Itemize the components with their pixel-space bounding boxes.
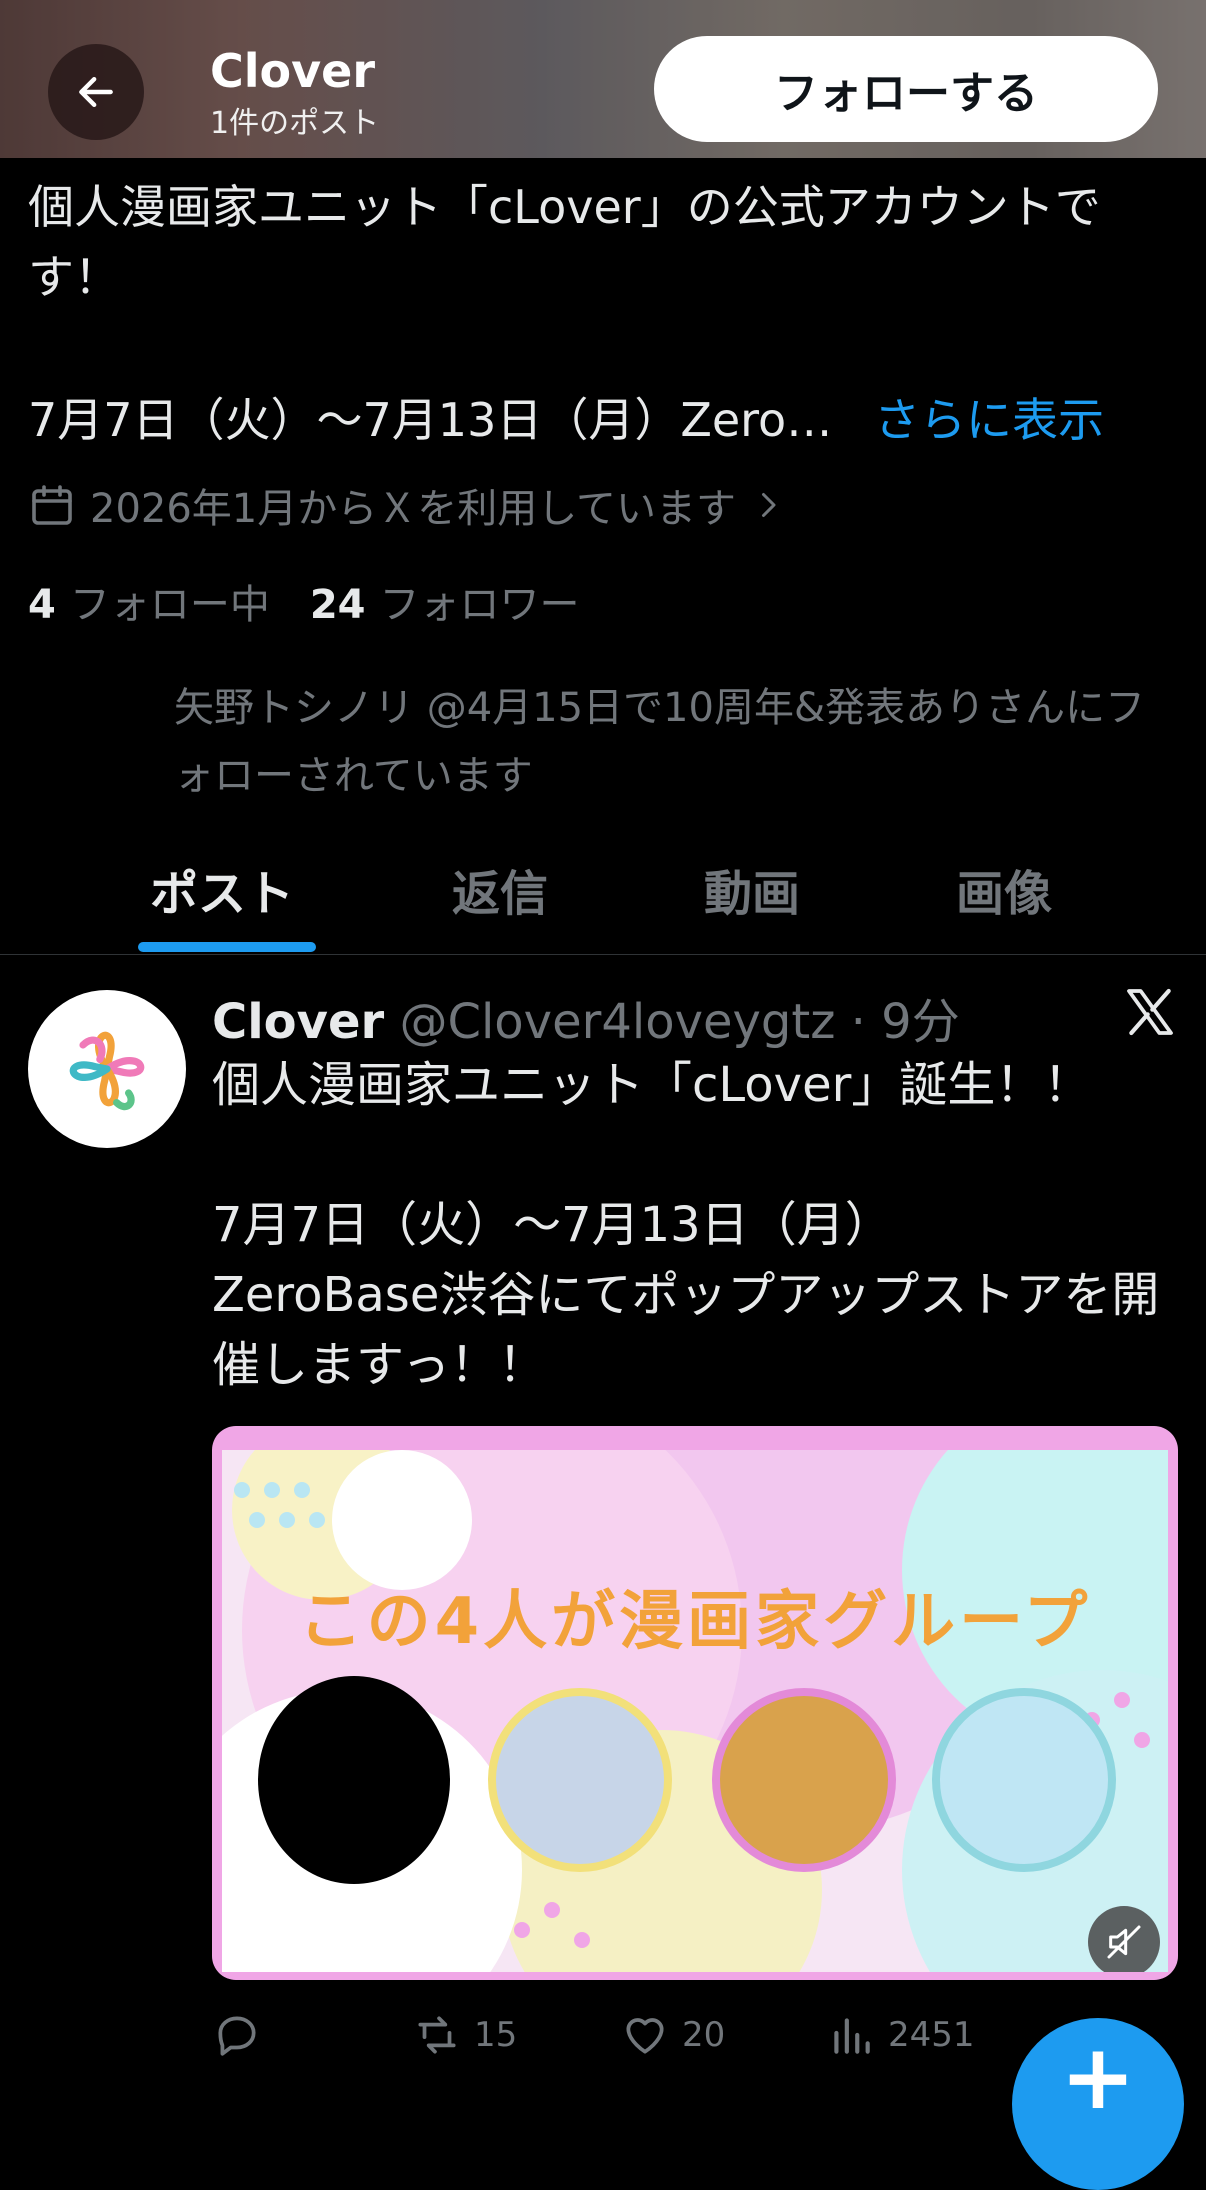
profile-tabs: ポスト 返信 動画 画像 [0,840,1206,955]
tab-posts[interactable]: ポスト [150,854,294,924]
repost-action[interactable]: 15 [412,2010,517,2060]
repost-icon [418,2016,456,2054]
follow-stats: 4 フォロー中 24 フォロワー [28,572,580,630]
joined-date[interactable]: 2026年1月からＸを利用しています [28,476,786,534]
calendar-icon [32,485,72,525]
media-title: この4人が漫画家グループ [298,1585,1092,1659]
repost-count: 15 [474,2015,518,2055]
views-count: 2451 [888,2015,975,2055]
like-count: 20 [682,2015,726,2055]
tab-images[interactable]: 画像 [956,854,1052,924]
views-icon [834,2018,870,2054]
post-media[interactable]: この4人が漫画家グループ [212,1426,1178,1980]
mute-icon [1107,1925,1141,1959]
views-action[interactable]: 2451 [826,2010,975,2060]
joined-text: 2026年1月からＸを利用しています [90,486,737,532]
show-more-link[interactable]: さらに表示 [874,384,1104,450]
media-image: この4人が漫画家グループ [222,1450,1168,1972]
back-button[interactable] [48,44,144,140]
compose-button[interactable]: + [1012,2018,1184,2190]
like-icon [626,2018,664,2054]
followed-by-text[interactable]: 矢野トシノリ @4月15日で10周年&発表ありさんにフォローされています [174,674,1174,810]
plus-icon: + [1060,2025,1136,2130]
followers-count: 24 [309,582,366,628]
tab-replies[interactable]: 返信 [452,854,548,924]
avatar[interactable] [28,990,186,1148]
following-count: 4 [28,582,56,628]
x-logo-icon [1127,988,1173,1036]
chevron-right-icon [762,493,776,517]
reply-icon [218,2016,256,2056]
reply-action[interactable] [212,2010,274,2060]
back-arrow-icon [79,76,113,108]
followers-stat[interactable]: 24 フォロワー [310,572,580,630]
following-stat[interactable]: 4 フォロー中 [28,572,270,630]
follow-button[interactable]: フォローする [654,36,1158,142]
followers-label: フォロワー [379,582,580,628]
active-tab-indicator [138,942,316,952]
post-handle-time: @Clover4loveygtz · 9分 [399,994,960,1050]
mute-button[interactable] [1088,1906,1160,1972]
following-label: フォロー中 [69,582,270,628]
bio-text-truncated: 7月7日（火）〜7月13日（月）Zero… [28,393,833,447]
header-name: Clover [210,44,375,98]
post-author-name[interactable]: Clover [212,994,384,1050]
media-background [222,1450,1168,1972]
post-header: Clover @Clover4loveygtz · 9分 [212,982,960,1052]
clover-logo-icon [69,1031,145,1111]
bio-text: 個人漫画家ユニット「cLover」の公式アカウントです！ [28,180,1101,304]
like-action[interactable]: 20 [620,2010,725,2060]
header-post-count: 1件のポスト [210,106,380,141]
tab-videos[interactable]: 動画 [704,854,800,924]
post-text: 個人漫画家ユニット「cLover」誕生！！ 7月7日（火）〜7月13日（月） Z… [212,1057,1160,1393]
